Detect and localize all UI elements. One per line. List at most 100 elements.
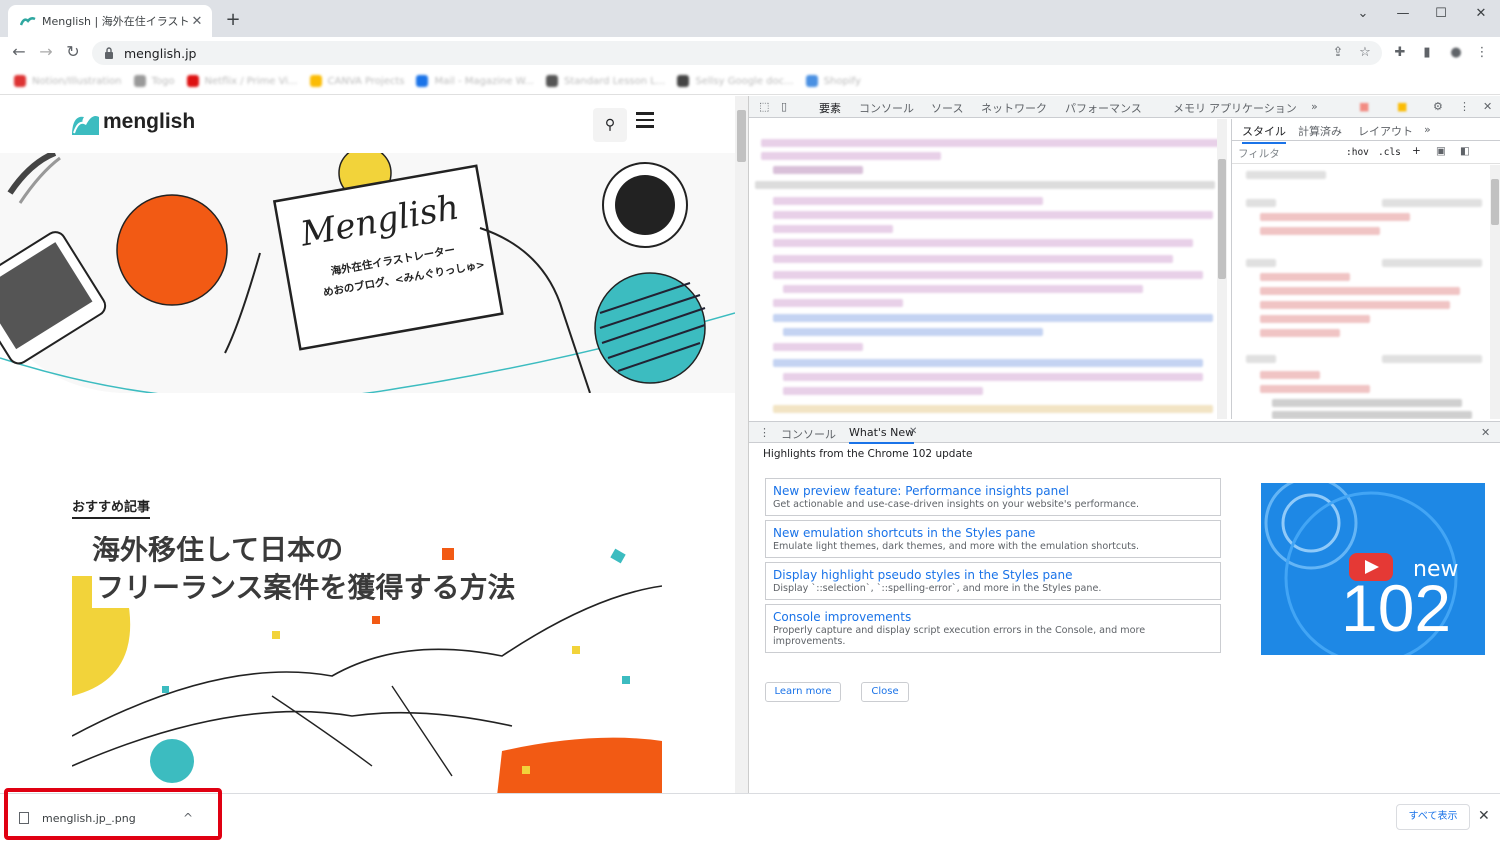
whats-new-item[interactable]: New preview feature: Performance insight… (765, 478, 1221, 516)
bookmark-item[interactable]: Netflix / Prime Vi... (186, 75, 298, 87)
style-rule-line[interactable] (1382, 355, 1482, 363)
tab-close-icon[interactable]: ✕ (190, 14, 204, 29)
style-rule-line[interactable] (1382, 199, 1482, 207)
bookmark-item[interactable]: Standard Lesson L... (545, 75, 665, 87)
error-count-badge[interactable]: ■ (1359, 100, 1369, 113)
style-rule-line[interactable] (1246, 355, 1276, 363)
more-tabs-icon[interactable]: » (1311, 100, 1318, 113)
toggle-sidebar-icon[interactable]: ◧ (1460, 145, 1470, 157)
inspect-element-icon[interactable]: ⬚ (759, 100, 769, 113)
style-rule-line[interactable] (1272, 411, 1472, 419)
new-style-rule-icon[interactable]: + (1412, 145, 1421, 157)
tab-performance[interactable]: パフォーマンス (1065, 100, 1142, 116)
devtools-close-icon[interactable]: ✕ (1483, 100, 1492, 113)
maximize-icon[interactable]: ☐ (1426, 4, 1456, 24)
page-scrollbar[interactable] (735, 96, 748, 793)
extensions-icon[interactable]: ✚ (1390, 43, 1410, 63)
page-scrollbar-thumb[interactable] (737, 110, 746, 162)
drawer-close-icon[interactable]: ✕ (1481, 426, 1490, 439)
tab-sources[interactable]: ソース (931, 100, 963, 116)
whats-new-item-title[interactable]: New preview feature: Performance insight… (773, 483, 1213, 499)
close-button[interactable]: Close (861, 682, 909, 702)
dom-line[interactable] (773, 299, 903, 307)
bookmark-item[interactable]: Notion/Illustration (14, 75, 122, 87)
dom-line[interactable] (773, 211, 1213, 219)
hov-toggle[interactable]: :hov (1346, 147, 1369, 158)
drawer-tab-whats-new[interactable]: What's New (849, 426, 915, 444)
window-close-icon[interactable]: ✕ (1466, 4, 1496, 24)
bookmark-item[interactable]: Shopify (805, 75, 861, 87)
warning-count-badge[interactable]: ■ (1397, 100, 1407, 113)
device-toolbar-icon[interactable]: ▯ (781, 100, 787, 113)
tab-memory[interactable]: メモリ (1173, 100, 1206, 116)
paint-icon[interactable]: ▣ (1436, 145, 1446, 157)
browser-tab[interactable]: Menglish | 海外在住イラストレー ✕ (8, 5, 212, 37)
style-rule-line[interactable] (1260, 273, 1350, 281)
dom-line[interactable] (773, 405, 1213, 413)
learn-more-button[interactable]: Learn more (765, 682, 841, 702)
devtools-menu-icon[interactable]: ⋮ (1459, 100, 1470, 113)
dom-line[interactable] (773, 271, 1203, 279)
style-rule-line[interactable] (1260, 385, 1370, 393)
dom-line[interactable] (773, 166, 863, 174)
forward-icon[interactable]: → (35, 41, 57, 63)
whats-new-item-title[interactable]: Console improvements (773, 609, 1213, 625)
dom-line[interactable] (783, 387, 983, 395)
style-rule-line[interactable] (1260, 287, 1460, 295)
dom-line[interactable] (761, 152, 941, 160)
style-rule-line[interactable] (1246, 171, 1326, 179)
tab-styles[interactable]: スタイル (1242, 123, 1286, 144)
site-search-icon[interactable]: ⚲ (593, 108, 627, 142)
style-rule-line[interactable] (1260, 227, 1380, 235)
bookmark-item[interactable]: Sellsy Google doc... (677, 75, 794, 87)
whats-new-item-title[interactable]: New emulation shortcuts in the Styles pa… (773, 525, 1213, 541)
dom-line[interactable] (773, 314, 1213, 322)
share-icon[interactable]: ⇪ (1328, 43, 1348, 63)
cls-toggle[interactable]: .cls (1378, 147, 1401, 158)
tab-computed[interactable]: 計算済み (1298, 123, 1342, 139)
style-rule-line[interactable] (1246, 259, 1276, 267)
download-shelf-close-icon[interactable]: ✕ (1478, 808, 1490, 824)
dom-line[interactable] (783, 285, 1143, 293)
style-rule-line[interactable] (1246, 199, 1276, 207)
style-rule-line[interactable] (1260, 301, 1450, 309)
whats-new-item[interactable]: Display highlight pseudo styles in the S… (765, 562, 1221, 600)
address-bar[interactable]: menglish.jp (92, 41, 1382, 65)
whats-new-tab-close-icon[interactable]: ✕ (909, 426, 917, 437)
new-tab-button[interactable]: + (222, 9, 244, 31)
bookmark-item[interactable]: CANVA Projects (309, 75, 404, 87)
tab-network[interactable]: ネットワーク (981, 100, 1047, 116)
show-all-button[interactable]: すべて表示 (1396, 804, 1470, 830)
tab-application[interactable]: アプリケーション (1209, 100, 1297, 116)
whats-new-item[interactable]: New emulation shortcuts in the Styles pa… (765, 520, 1221, 558)
drawer-menu-icon[interactable]: ⋮ (759, 426, 770, 439)
featured-article-card[interactable]: 海外移住して日本の フリーランス案件を獲得する方法 (72, 536, 662, 793)
dom-line[interactable] (773, 197, 1043, 205)
tab-search-icon[interactable]: ⌄ (1348, 4, 1378, 24)
style-rule-line[interactable] (1382, 259, 1482, 267)
whats-new-item[interactable]: Console improvements Properly capture an… (765, 604, 1221, 653)
reload-icon[interactable]: ↻ (62, 41, 84, 63)
site-logo[interactable]: menglish (70, 107, 195, 137)
styles-filter-input[interactable]: フィルタ (1238, 146, 1280, 161)
dom-line[interactable] (773, 225, 893, 233)
elements-scrollbar-thumb[interactable] (1218, 159, 1226, 279)
styles-scrollbar-thumb[interactable] (1491, 179, 1499, 225)
elements-dom-tree[interactable] (749, 119, 1229, 419)
dom-line[interactable] (761, 139, 1221, 147)
devtools-settings-icon[interactable]: ⚙ (1433, 100, 1443, 113)
dom-line[interactable] (773, 343, 863, 351)
tab-layout[interactable]: レイアウト (1358, 123, 1413, 139)
dom-line[interactable] (773, 239, 1193, 247)
back-icon[interactable]: ← (8, 41, 30, 63)
hamburger-menu-icon[interactable] (636, 112, 654, 128)
tab-console[interactable]: コンソール (859, 100, 914, 116)
bookmark-star-icon[interactable]: ☆ (1355, 43, 1375, 63)
whats-new-item-title[interactable]: Display highlight pseudo styles in the S… (773, 567, 1213, 583)
dom-line-selected[interactable] (755, 181, 1215, 189)
side-panel-icon[interactable]: ▮ (1417, 43, 1437, 63)
style-rule-line[interactable] (1260, 329, 1340, 337)
dom-line[interactable] (783, 328, 1043, 336)
style-rule-line[interactable] (1260, 213, 1410, 221)
drawer-tab-console[interactable]: コンソール (781, 426, 836, 442)
